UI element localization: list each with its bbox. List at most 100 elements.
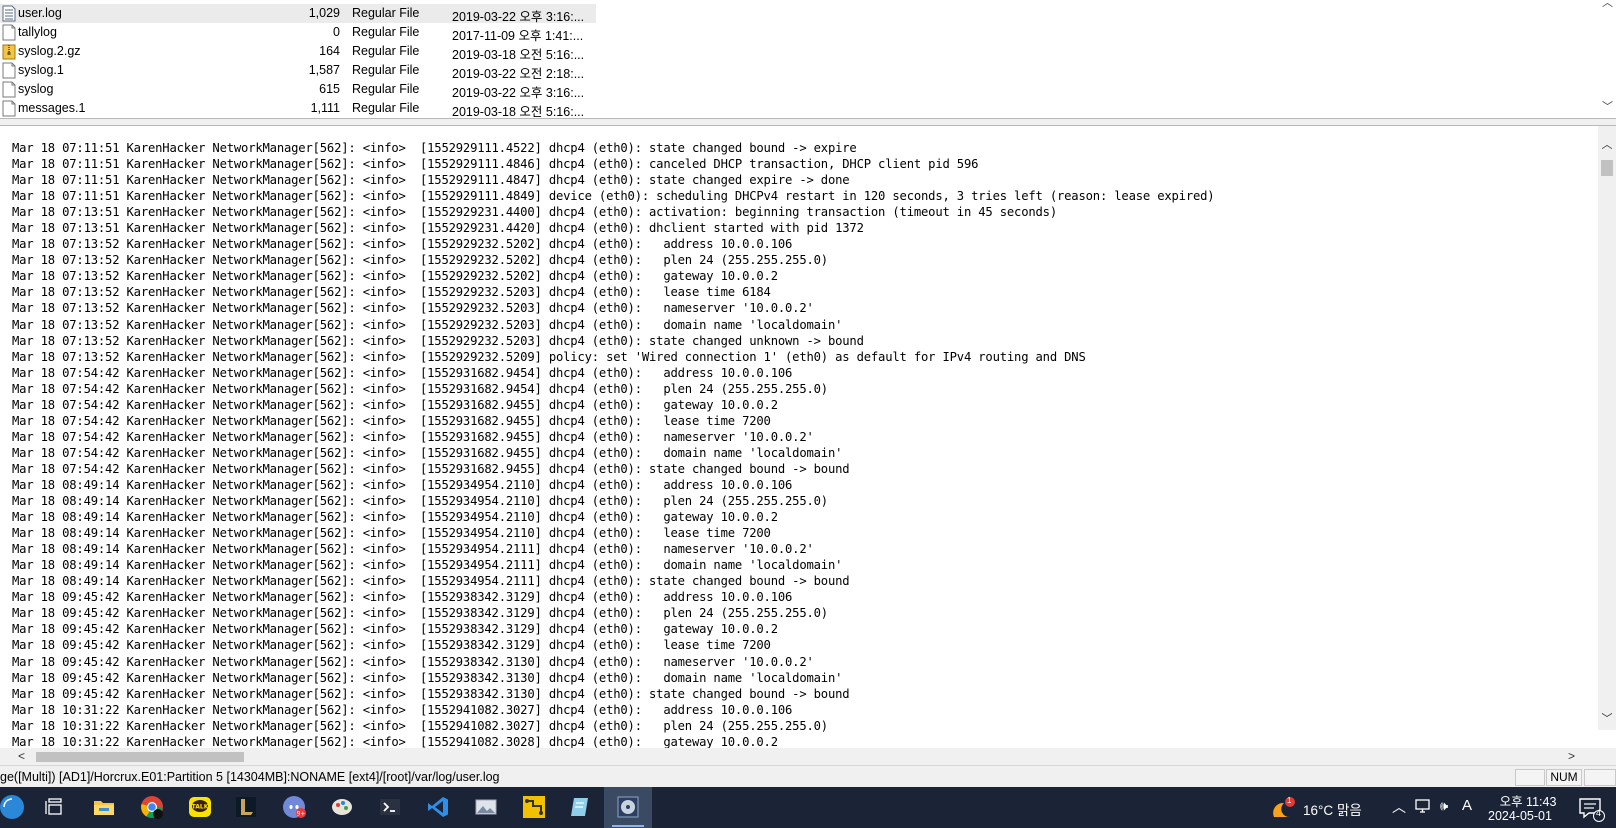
- ime-indicator[interactable]: A: [1462, 797, 1472, 828]
- pane-splitter[interactable]: [0, 118, 1616, 126]
- league-button[interactable]: [222, 787, 270, 828]
- file-date: 2019-03-18 오전 5:16:...: [452, 105, 585, 118]
- log-line: Mar 18 09:45:42 KarenHacker NetworkManag…: [12, 638, 771, 653]
- volume-icon[interactable]: 🕪: [1440, 798, 1448, 828]
- log-line: Mar 18 10:31:22 KarenHacker NetworkManag…: [12, 734, 778, 748]
- scroll-right-arrow-icon[interactable]: >: [1568, 749, 1575, 763]
- notification-icon: [1579, 798, 1605, 822]
- svg-text:9+: 9+: [297, 811, 306, 818]
- chrome-button[interactable]: [128, 787, 176, 828]
- log-line: Mar 18 08:49:14 KarenHacker NetworkManag…: [12, 558, 843, 573]
- file-row[interactable]: syslog.1 1,587 Regular File 2019-03-22 오전 2…: [0, 61, 1598, 81]
- scroll-up-arrow-icon[interactable]: ︿: [1602, 0, 1613, 10]
- image-viewer-button[interactable]: [462, 787, 510, 828]
- clock-date[interactable]: 2024-05-01: [1488, 809, 1552, 828]
- network-icon[interactable]: [1414, 797, 1434, 828]
- task-view-button[interactable]: [31, 787, 79, 828]
- log-line: Mar 18 08:49:14 KarenHacker NetworkManag…: [12, 510, 778, 525]
- kakaotalk-icon: TALK: [189, 797, 211, 817]
- num-lock-indicator: NUM: [1546, 769, 1582, 786]
- file-name: messages.1: [18, 101, 86, 115]
- network-tool-button[interactable]: [510, 787, 558, 828]
- log-line: Mar 18 07:13:51 KarenHacker NetworkManag…: [12, 221, 864, 236]
- weather-text[interactable]: 16°C 맑음: [1303, 799, 1362, 828]
- notification-center-button[interactable]: 4: [1576, 795, 1606, 823]
- log-line: Mar 18 07:54:42 KarenHacker NetworkManag…: [12, 413, 771, 428]
- svg-text:TALK: TALK: [192, 804, 209, 811]
- viewer-horizontal-scrollbar[interactable]: < >: [0, 748, 1598, 765]
- horizontal-scroll-thumb[interactable]: [36, 752, 244, 762]
- weather-badge: 1: [1287, 796, 1292, 805]
- log-file-icon: [2, 5, 16, 22]
- log-line: Mar 18 07:13:52 KarenHacker NetworkManag…: [12, 269, 778, 284]
- file-explorer-button[interactable]: [80, 787, 128, 828]
- log-line: Mar 18 07:54:42 KarenHacker NetworkManag…: [12, 429, 814, 444]
- status-panel: [1515, 769, 1545, 786]
- folder-icon: [94, 801, 114, 815]
- file-row[interactable]: syslog.2.gz 164 Regular File 2019-03-18 오전 …: [0, 42, 1598, 62]
- file-list-scrollbar[interactable]: ︿ ﹀: [1598, 0, 1616, 118]
- ftk-imager-button[interactable]: [604, 787, 652, 828]
- log-line: Mar 18 07:13:52 KarenHacker NetworkManag…: [12, 317, 843, 332]
- log-line: Mar 18 07:11:51 KarenHacker NetworkManag…: [12, 141, 857, 155]
- scroll-down-arrow-icon[interactable]: ﹀: [1601, 710, 1613, 725]
- file-list: user.log 1,029 Regular File 2019-03-22 오후 3…: [0, 4, 1598, 118]
- vertical-scroll-thumb[interactable]: [1601, 160, 1613, 176]
- taskbar: TALK 9+ 1 16°C 맑음 ︿ 🕪 A 오후 11:43 2024-05…: [0, 787, 1616, 828]
- file-name: syslog.2.gz: [18, 44, 81, 58]
- kakaotalk-button[interactable]: TALK: [176, 787, 224, 828]
- log-line: Mar 18 07:13:52 KarenHacker NetworkManag…: [12, 301, 814, 316]
- weather-sun-icon: [1273, 797, 1295, 818]
- log-line: Mar 18 07:11:51 KarenHacker NetworkManag…: [12, 189, 1215, 204]
- notification-count: 4: [1596, 808, 1602, 818]
- log-line: Mar 18 10:31:22 KarenHacker NetworkManag…: [12, 702, 793, 717]
- notepad-button[interactable]: [556, 787, 604, 828]
- discord-icon: 9+: [283, 796, 306, 818]
- discord-button[interactable]: 9+: [270, 787, 318, 828]
- windows-start-icon: [0, 795, 24, 819]
- log-line: Mar 18 09:45:42 KarenHacker NetworkManag…: [12, 606, 828, 621]
- disk-imager-icon: [617, 796, 639, 818]
- file-row[interactable]: messages.1 1,111 Regular File 2019-03-18 오전…: [0, 99, 1598, 118]
- viewer-vertical-scrollbar[interactable]: ︿ ﹀: [1598, 126, 1616, 730]
- file-type: Regular File: [352, 25, 420, 39]
- log-line: Mar 18 07:13:52 KarenHacker NetworkManag…: [12, 253, 828, 268]
- scroll-down-arrow-icon[interactable]: ﹀: [1602, 98, 1613, 114]
- file-type: Regular File: [352, 63, 420, 77]
- file-icon: [2, 24, 16, 41]
- log-line: Mar 18 07:13:52 KarenHacker NetworkManag…: [12, 237, 793, 252]
- task-view-icon: [45, 798, 62, 815]
- file-icon: [2, 100, 16, 117]
- vscode-icon: [428, 797, 448, 817]
- file-type: Regular File: [352, 101, 420, 115]
- status-bar: ge([Multi]) [AD1]/Horcrux.E01:Partition …: [0, 765, 1616, 787]
- scrollbar-corner: [1598, 748, 1616, 765]
- log-line: Mar 18 07:54:42 KarenHacker NetworkManag…: [12, 445, 843, 460]
- file-size: 1,111: [310, 101, 340, 115]
- file-row[interactable]: user.log 1,029 Regular File 2019-03-22 오후 3…: [0, 4, 1598, 24]
- terminal-button[interactable]: [366, 787, 414, 828]
- show-hidden-icons-chevron-icon[interactable]: ︿: [1392, 797, 1406, 828]
- file-row[interactable]: tallylog 0 Regular File 2017-11-09 오후 1:41:…: [0, 23, 1598, 43]
- vscode-button[interactable]: [414, 787, 462, 828]
- weather-widget[interactable]: 1: [1270, 795, 1296, 821]
- status-path: ge([Multi]) [AD1]/Horcrux.E01:Partition …: [0, 770, 500, 784]
- log-line: Mar 18 09:45:42 KarenHacker NetworkManag…: [12, 654, 814, 669]
- paint-app-button[interactable]: [318, 787, 366, 828]
- file-type: Regular File: [352, 6, 420, 20]
- scroll-left-arrow-icon[interactable]: <: [18, 749, 25, 763]
- log-line: Mar 18 07:13:52 KarenHacker NetworkManag…: [12, 333, 864, 348]
- archive-file-icon: [2, 43, 16, 60]
- league-icon: [236, 797, 256, 817]
- file-name: syslog.1: [18, 63, 64, 77]
- log-line: Mar 18 09:45:42 KarenHacker NetworkManag…: [12, 670, 843, 685]
- log-line: Mar 18 08:49:14 KarenHacker NetworkManag…: [12, 574, 850, 589]
- text-viewer[interactable]: Mar 18 07:11:51 KarenHacker NetworkManag…: [0, 126, 1616, 748]
- terminal-icon: [380, 799, 400, 815]
- log-line: Mar 18 09:45:42 KarenHacker NetworkManag…: [12, 686, 850, 701]
- file-row[interactable]: syslog 615 Regular File 2019-03-22 오후 3:16:…: [0, 80, 1598, 100]
- scroll-up-arrow-icon[interactable]: ︿: [1601, 136, 1613, 151]
- file-name: tallylog: [18, 25, 57, 39]
- file-size: 0: [333, 25, 340, 39]
- photos-icon: [475, 799, 497, 815]
